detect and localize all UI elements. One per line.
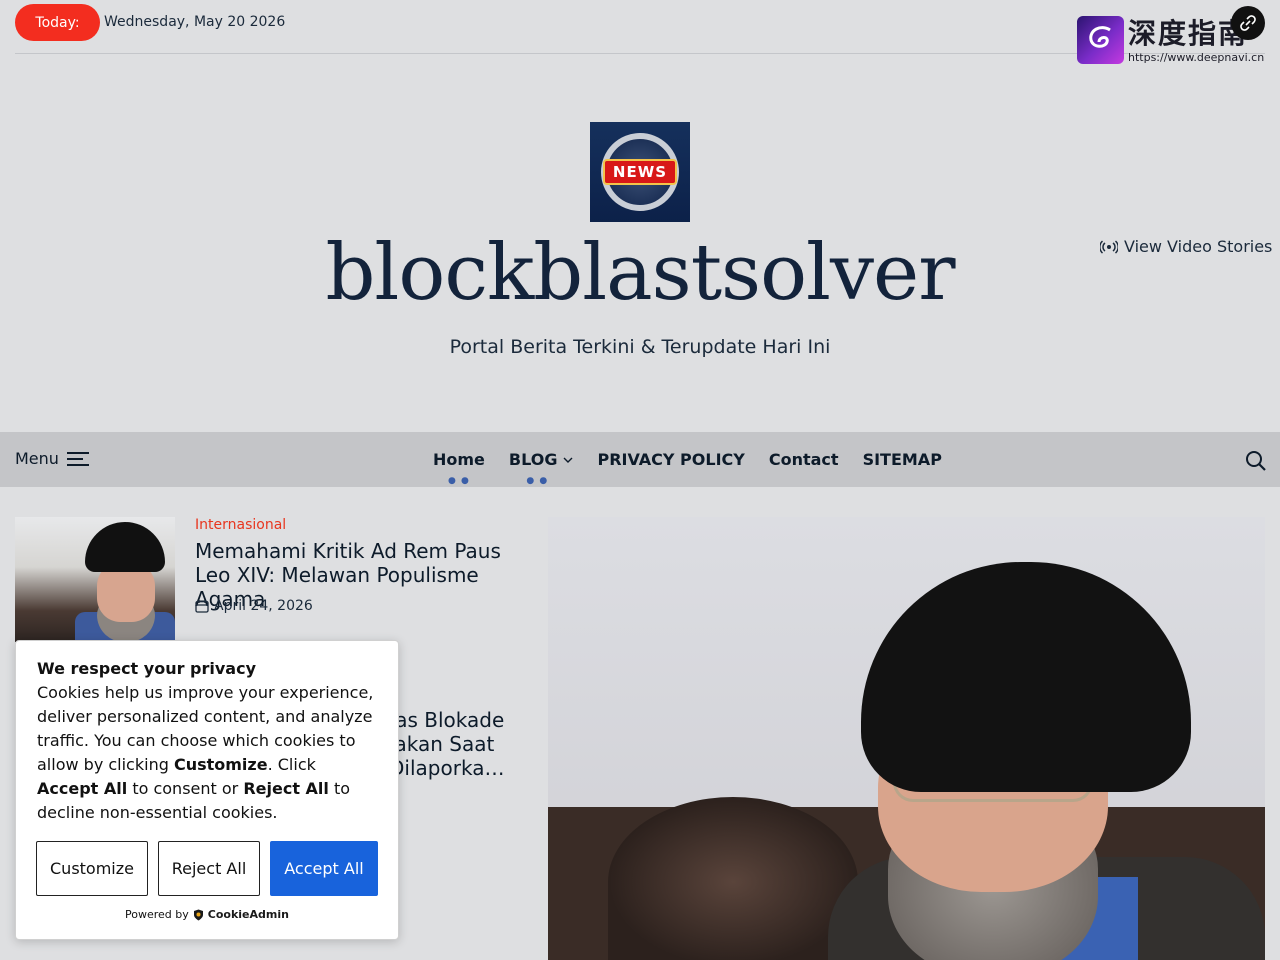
powered-by: Powered by CookieAdmin: [16, 908, 398, 921]
site-logo[interactable]: NEWS: [590, 122, 690, 222]
cookie-consent-banner: We respect your privacy Cookies help us …: [15, 640, 399, 940]
video-stories-label: View Video Stories: [1124, 237, 1273, 256]
logo-ring: NEWS: [601, 133, 679, 211]
powered-by-label: Powered by: [125, 908, 189, 921]
cookieadmin-shield-icon: [193, 909, 203, 920]
nav-item-label: BLOG: [508, 450, 558, 469]
nav-items: Home ● ● BLOG ● ● PRIVACY POLICY Contact…: [433, 450, 942, 486]
cookieadmin-brand[interactable]: CookieAdmin: [208, 908, 289, 921]
watermark-title: 深度指南: [1128, 17, 1249, 50]
active-dots-icon: ● ●: [526, 476, 549, 486]
nav-item-contact[interactable]: Contact: [769, 450, 839, 469]
hamburger-icon: [66, 451, 89, 466]
watermark-logo-icon: [1077, 16, 1124, 64]
chevron-down-icon: [563, 457, 573, 463]
view-video-stories-link[interactable]: View Video Stories: [1100, 237, 1272, 256]
article-category[interactable]: Internasional: [195, 517, 286, 533]
today-badge: Today:: [15, 4, 100, 41]
nav-item-sitemap[interactable]: SITEMAP: [863, 450, 942, 469]
nav-item-blog[interactable]: BLOG ● ●: [508, 450, 574, 486]
logo-news-label: NEWS: [602, 159, 678, 185]
nav-item-label: Contact: [768, 450, 839, 469]
watermark-url: https://www.deepnavi.cn: [1128, 51, 1265, 64]
customize-button[interactable]: Customize: [36, 841, 148, 896]
nav-item-label: SITEMAP: [862, 450, 942, 469]
featured-article-image[interactable]: [548, 517, 1265, 960]
search-icon[interactable]: [1245, 450, 1267, 472]
nav-item-label: Home: [433, 450, 485, 469]
article-date-text: April 24, 2026: [214, 598, 313, 614]
menu-button[interactable]: Menu: [15, 449, 89, 468]
nav-item-privacy-policy[interactable]: PRIVACY POLICY: [597, 450, 744, 469]
accept-all-button[interactable]: Accept All: [270, 841, 378, 896]
nav-item-home[interactable]: Home ● ●: [433, 450, 485, 486]
reject-all-button[interactable]: Reject All: [158, 841, 260, 896]
link-icon[interactable]: [1231, 6, 1265, 40]
broadcast-icon: [1100, 239, 1118, 254]
nav-item-label: PRIVACY POLICY: [597, 450, 745, 469]
article-thumbnail[interactable]: [15, 517, 175, 642]
site-tagline: Portal Berita Terkini & Terupdate Hari I…: [449, 336, 831, 358]
active-dots-icon: ● ●: [448, 476, 470, 486]
calendar-icon: [195, 600, 209, 613]
main-nav: Menu Home ● ● BLOG ● ● PRIVACY POLICY Co…: [0, 432, 1280, 487]
cookie-title: We respect your privacy: [37, 659, 257, 678]
menu-label: Menu: [15, 449, 59, 468]
article-date: April 24, 2026: [195, 598, 313, 614]
current-date: Wednesday, May 20 2026: [104, 14, 286, 30]
site-title[interactable]: blockblastsolver: [0, 228, 1280, 318]
cookie-message: Cookies help us improve your experience,…: [37, 683, 374, 822]
